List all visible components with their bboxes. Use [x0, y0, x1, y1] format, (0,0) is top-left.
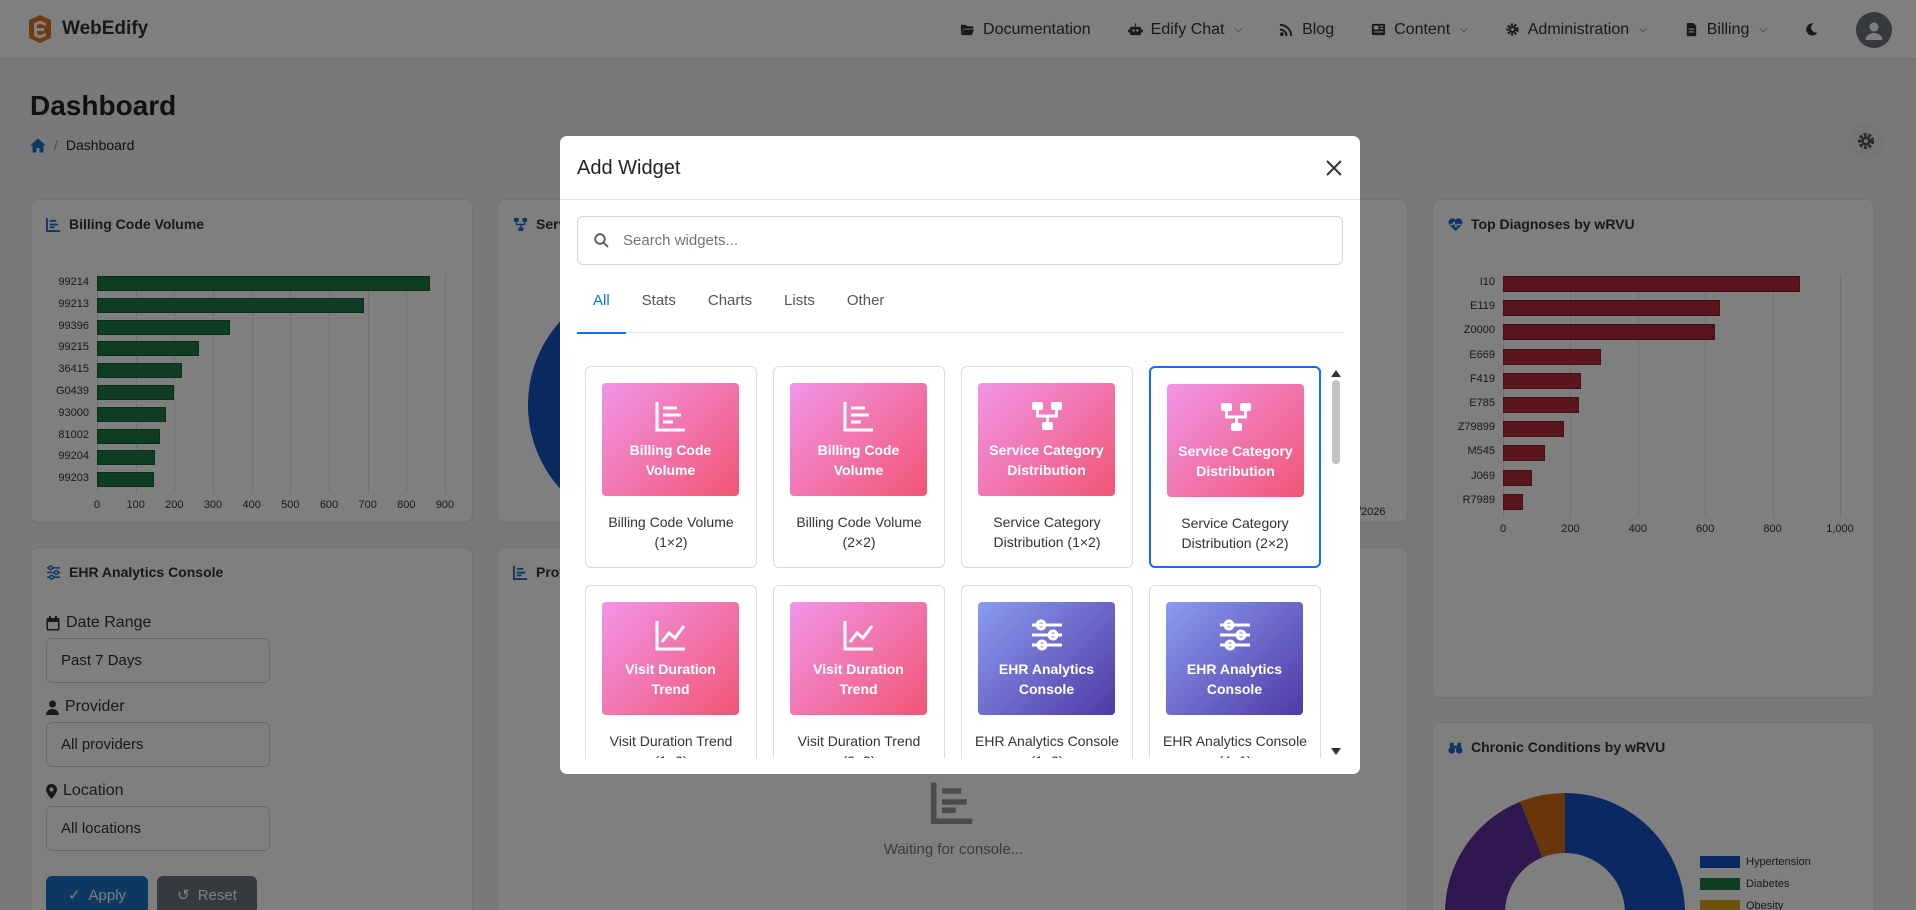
widget-search-input[interactable] [623, 232, 1303, 249]
widget-thumbnail: Billing Code Volume [602, 383, 739, 496]
widget-name: Visit Duration Trend (1×2) [609, 733, 733, 758]
add-widget-modal: Add Widget AllStatsChartsListsOther Bill… [560, 136, 1360, 774]
tab-lists[interactable]: Lists [768, 286, 831, 333]
widget-thumbnail: Visit Duration Trend [790, 602, 927, 715]
widget-name: Visit Duration Trend (2×2) [797, 733, 921, 758]
modal-header: Add Widget [560, 136, 1360, 200]
widget-name: Billing Code Volume (1×2) [608, 514, 734, 550]
sitemap-icon [1031, 402, 1062, 430]
scroll-thumb[interactable] [1332, 380, 1340, 464]
widget-thumbnail: Billing Code Volume [790, 383, 927, 496]
widget-option[interactable]: Billing Code Volume Billing Code Volume (… [773, 366, 945, 568]
trend-icon [655, 621, 685, 651]
sliders-icon [1031, 619, 1062, 651]
widget-thumbnail: EHR Analytics Console [1166, 602, 1303, 715]
tab-other[interactable]: Other [831, 286, 901, 333]
close-icon[interactable] [1324, 158, 1344, 178]
widget-name: Service Category Distribution (2×2) [1181, 515, 1289, 551]
search-icon [594, 233, 609, 248]
tab-charts[interactable]: Charts [692, 286, 768, 333]
tab-stats[interactable]: Stats [626, 286, 692, 333]
widget-grid-scrollbar[interactable] [1330, 366, 1342, 758]
widget-option[interactable]: Billing Code Volume Billing Code Volume (… [585, 366, 757, 568]
widget-thumbnail-title: EHR Analytics Console [998, 661, 1095, 697]
chart-line-icon [843, 402, 873, 432]
widget-thumbnail-title: EHR Analytics Console [1186, 661, 1283, 697]
sitemap-icon [1220, 403, 1251, 431]
widget-option[interactable]: EHR Analytics Console EHR Analytics Conso… [961, 585, 1133, 758]
chart-line-icon [655, 402, 685, 432]
widget-thumbnail: Service Category Distribution [978, 383, 1115, 496]
widget-option[interactable]: Service Category Distribution Service Cat… [961, 366, 1133, 568]
widget-thumbnail-title: Billing Code Volume [817, 442, 900, 478]
widget-option[interactable]: Service Category Distribution Service Cat… [1149, 366, 1321, 568]
widget-thumbnail-title: Visit Duration Trend [625, 661, 716, 697]
widget-thumbnail-title: Visit Duration Trend [813, 661, 904, 697]
widget-name: EHR Analytics Console (1×3) [975, 733, 1119, 758]
widget-thumbnail-title: Service Category Distribution [1178, 443, 1293, 479]
widget-thumbnail-title: Service Category Distribution [989, 442, 1104, 478]
widget-option[interactable]: Visit Duration Trend Visit Duration Trend… [773, 585, 945, 758]
widget-category-tabs: All Stats Charts Lists Other [577, 286, 1343, 334]
widget-name: EHR Analytics Console (4×1) [1163, 733, 1307, 758]
widget-thumbnail: EHR Analytics Console [978, 602, 1115, 715]
widget-search-box [577, 216, 1343, 265]
widget-option[interactable]: EHR Analytics Console EHR Analytics Conso… [1149, 585, 1321, 758]
widget-thumbnail: Visit Duration Trend [602, 602, 739, 715]
widget-thumbnail: Service Category Distribution [1167, 384, 1304, 497]
scroll-down-arrow[interactable] [1331, 748, 1341, 755]
sliders-icon [1219, 619, 1250, 651]
trend-icon [843, 621, 873, 651]
widget-grid: Billing Code Volume Billing Code Volume (… [585, 366, 1325, 758]
widget-option[interactable]: Visit Duration Trend Visit Duration Trend… [585, 585, 757, 758]
widget-name: Service Category Distribution (1×2) [993, 514, 1101, 550]
widget-thumbnail-title: Billing Code Volume [629, 442, 712, 478]
widget-name: Billing Code Volume (2×2) [796, 514, 922, 550]
tab-all[interactable]: All [577, 286, 626, 334]
scroll-up-arrow[interactable] [1331, 370, 1341, 377]
modal-title: Add Widget [577, 157, 681, 179]
